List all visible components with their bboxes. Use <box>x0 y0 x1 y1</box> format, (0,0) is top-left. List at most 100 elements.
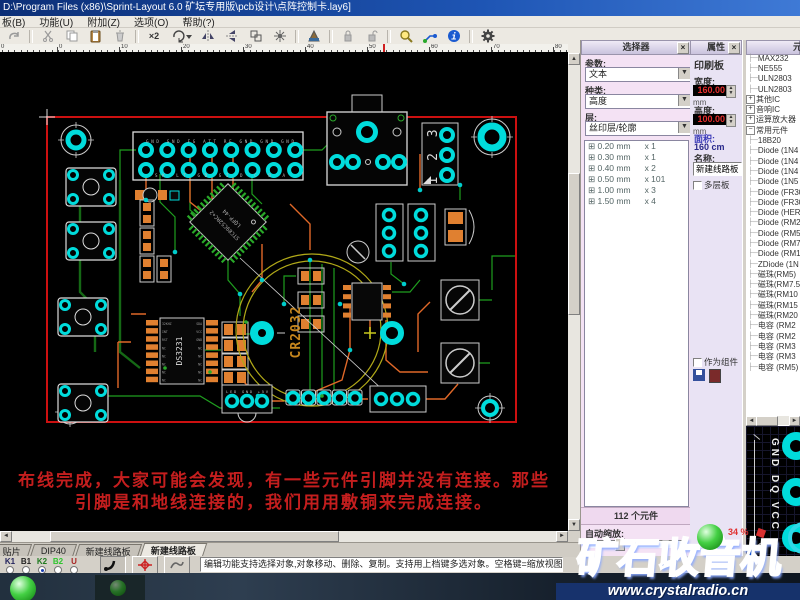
tree-item[interactable]: ├─ 电容 (RM2 <box>746 331 800 341</box>
tree-item[interactable]: ├─ Diode (RM7 <box>746 238 800 248</box>
tree-item[interactable]: + 运算放大器 <box>746 115 800 125</box>
conn-123[interactable]: 1 2 3 <box>421 122 459 186</box>
photoview-button[interactable] <box>132 556 158 574</box>
tree-item[interactable]: ├─ Diode (RM2 <box>746 218 800 228</box>
tree-item[interactable]: + 音响IC <box>746 104 800 114</box>
chevron-down-icon[interactable]: ▼ <box>678 95 690 106</box>
cut-icon[interactable] <box>37 28 59 45</box>
width-value[interactable]: 160.00 <box>693 85 727 96</box>
pin-pad[interactable] <box>381 225 397 241</box>
vscroll-thumb[interactable] <box>568 173 580 315</box>
tree-item[interactable]: ├─ 18B20 <box>746 135 800 145</box>
library-tree[interactable]: ├─ MAX232 ├─ NE555 ├─ ULN2803 ├─ ULN2803 + 其他I… <box>746 53 800 415</box>
bottom-conn-3[interactable] <box>369 385 427 413</box>
tree-item[interactable]: ├─ MAX232 <box>746 53 800 63</box>
board-tab[interactable]: 新建线路板 <box>139 543 208 557</box>
tact-switch[interactable] <box>65 167 117 207</box>
screw-terminal-1[interactable] <box>440 279 480 321</box>
selector-size-row[interactable]: ⊞ 0.30 mm x 1 <box>585 152 688 163</box>
redo-icon[interactable] <box>3 28 25 45</box>
mirror-horizontal-icon[interactable] <box>197 28 219 45</box>
tree-item[interactable]: + 其他IC <box>746 94 800 104</box>
tree-item[interactable]: ├─ Diode (RM5 <box>746 228 800 238</box>
header-pad[interactable] <box>223 142 240 158</box>
tact-switch[interactable] <box>57 383 109 423</box>
selector-size-row[interactable]: ⊞ 1.50 mm x 4 <box>585 196 688 207</box>
close-icon[interactable]: × <box>728 42 740 54</box>
tree-item[interactable]: ├─ 磁珠(RM15 <box>746 300 800 310</box>
pin-pad[interactable] <box>381 243 397 259</box>
via[interactable] <box>259 277 265 283</box>
header-pad[interactable] <box>159 142 176 158</box>
selector-size-list[interactable]: ⊞ 0.20 mm x 1 ⊞ 0.30 mm x 1 ⊞ 0.40 mm x 2 ⊞ 0.… <box>584 140 689 507</box>
info-icon[interactable]: i <box>443 28 465 45</box>
tree-item[interactable]: ├─ 磁珠(RM10 <box>746 290 800 300</box>
selector-size-row[interactable]: ⊞ 0.50 mm x 101 <box>585 174 688 185</box>
unlock-icon[interactable] <box>361 28 383 45</box>
via[interactable] <box>237 291 243 297</box>
tree-item[interactable]: ├─ 磁珠(RM20 <box>746 310 800 320</box>
track-tool-button[interactable] <box>100 556 126 574</box>
param-combo[interactable]: 文本 ▼ <box>585 67 691 82</box>
mirror-vertical-icon[interactable] <box>221 28 243 45</box>
route-icon[interactable] <box>419 28 441 45</box>
tree-item[interactable]: ├─ 电容 (RM2 <box>746 321 800 331</box>
tree-item[interactable]: − 常用元件 <box>746 125 800 135</box>
tree-item[interactable]: ├─ Diode (FR30 <box>746 197 800 207</box>
width-spinner[interactable]: ▲ ▼ <box>726 85 736 98</box>
via[interactable] <box>255 393 261 399</box>
tact-switch[interactable] <box>65 221 117 261</box>
via[interactable] <box>347 347 353 353</box>
speaker-icon[interactable] <box>709 369 721 383</box>
header-pad[interactable] <box>138 142 154 158</box>
tree-item[interactable]: ├─ 磁珠(RM5) <box>746 269 800 279</box>
test-icon[interactable] <box>269 28 291 45</box>
pin-pad[interactable] <box>413 243 429 259</box>
header-pad[interactable] <box>244 142 261 158</box>
tree-item[interactable]: ├─ NE555 <box>746 63 800 73</box>
close-icon[interactable]: × <box>677 42 689 54</box>
chevron-down-icon[interactable]: ▼ <box>678 122 690 133</box>
header-pad[interactable] <box>287 142 304 158</box>
kind-combo[interactable]: 高度 ▼ <box>585 94 691 109</box>
pin-pad[interactable] <box>381 207 397 223</box>
via[interactable] <box>457 182 463 188</box>
tree-item[interactable]: ├─ Diode (HER <box>746 207 800 217</box>
paste-icon[interactable] <box>85 28 107 45</box>
tree-item[interactable]: ├─ Diode (1N5 <box>746 177 800 187</box>
pin-pad[interactable] <box>413 225 429 241</box>
rotate-button[interactable] <box>167 28 195 45</box>
header-pad[interactable] <box>287 162 304 178</box>
bottom-conn-2[interactable] <box>285 389 363 406</box>
library-hscrollbar[interactable]: ◄ ► <box>746 416 800 426</box>
via[interactable] <box>307 257 313 263</box>
delete-icon[interactable] <box>109 28 131 45</box>
copper-pour-icon[interactable] <box>303 28 325 45</box>
tree-item[interactable]: ├─ Diode (RM1 <box>746 249 800 259</box>
tree-item[interactable]: ├─ Diode (1N4 <box>746 156 800 166</box>
screw-terminal-2[interactable] <box>440 342 480 384</box>
selector-size-row[interactable]: ⊞ 1.00 mm x 3 <box>585 185 688 196</box>
via[interactable] <box>281 301 287 307</box>
height-value[interactable]: 100.00 <box>693 114 727 125</box>
header-pad[interactable] <box>180 142 197 158</box>
via[interactable] <box>172 249 178 255</box>
as-component-checkbox[interactable]: 作为组件 <box>693 356 738 368</box>
header-pad[interactable] <box>138 162 154 178</box>
scroll-left-icon[interactable]: ◄ <box>0 531 12 542</box>
tree-item[interactable]: ├─ ULN2803 <box>746 74 800 84</box>
vertical-scrollbar[interactable]: ▲ ▼ <box>568 53 580 531</box>
hscroll-thumb[interactable] <box>50 531 339 542</box>
via[interactable] <box>143 197 149 203</box>
scroll-down-icon[interactable]: ▼ <box>568 519 580 531</box>
tree-item[interactable]: ├─ 电容 (RM5) <box>746 362 800 372</box>
settings-gear-icon[interactable] <box>477 28 499 45</box>
layer-combo[interactable]: 丝印层/轮廓 ▼ <box>585 121 691 136</box>
scroll-up-icon[interactable]: ▲ <box>568 53 580 65</box>
via[interactable] <box>401 281 407 287</box>
group-icon[interactable] <box>245 28 267 45</box>
tree-item[interactable]: ├─ ZDiode (1N <box>746 259 800 269</box>
copy-icon[interactable] <box>61 28 83 45</box>
tree-item[interactable]: ├─ 电容 (RM3 <box>746 352 800 362</box>
tree-item[interactable]: ├─ 磁珠(RM7.5 <box>746 280 800 290</box>
